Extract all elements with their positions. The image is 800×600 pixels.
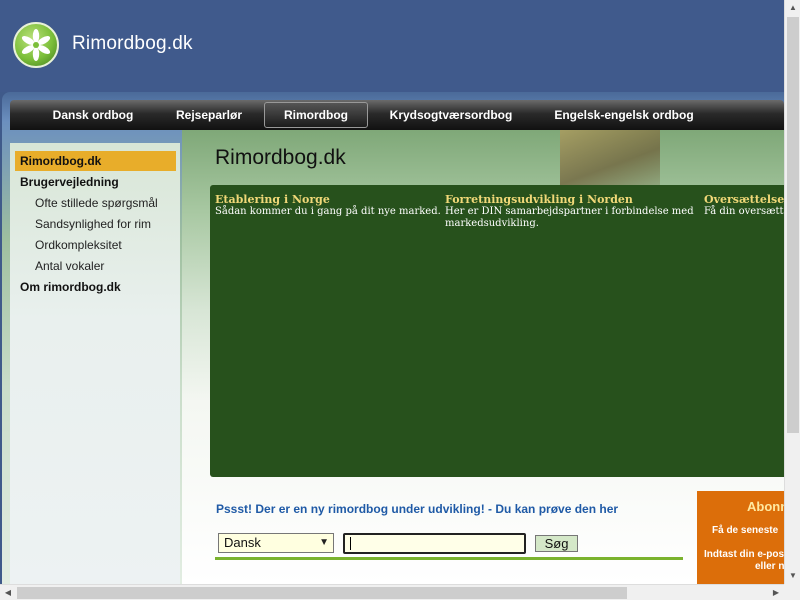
site-title[interactable]: Rimordbog.dk — [72, 33, 193, 55]
page-title: Rimordbog.dk — [215, 146, 346, 169]
ad-text: markedsudvikling. — [445, 218, 539, 229]
scroll-left-icon[interactable]: ◀ — [0, 585, 16, 600]
sidebar-item-sandsynlighed[interactable]: Sandsynlighed for rim — [15, 214, 176, 234]
sidebar-item-ordkompleksitet[interactable]: Ordkompleksitet — [15, 235, 176, 255]
search-input[interactable] — [343, 533, 526, 554]
ad-text: Få din oversætt — [704, 206, 784, 217]
sidebar-item-om[interactable]: Om rimordbog.dk — [15, 277, 176, 297]
nav-item-engelsk-ordbog[interactable]: Engelsk-engelsk ordbog — [540, 102, 708, 128]
sidebar: Rimordbog.dk Brugervejledning Ofte still… — [10, 143, 180, 584]
subscribe-text: Indtast din e-pos — [704, 549, 784, 560]
search-button[interactable]: Søg — [535, 535, 578, 552]
site-header: Rimordbog.dk — [0, 0, 784, 92]
ad-text: Sådan kommer du i gang på dit nye marked… — [215, 206, 441, 217]
text-caret — [350, 537, 351, 550]
sidebar-item-brugervejledning[interactable]: Brugervejledning — [15, 172, 176, 192]
divider — [215, 557, 683, 560]
nav-item-dansk-ordbog[interactable]: Dansk ordbog — [43, 102, 143, 128]
subscribe-text: Få de seneste — [712, 525, 779, 536]
sidebar-item-antal-vokaler[interactable]: Antal vokaler — [15, 256, 176, 276]
sidebar-item-faq[interactable]: Ofte stillede spørgsmål — [15, 193, 176, 213]
horizontal-scroll-thumb[interactable] — [17, 587, 627, 599]
main-nav: Dansk ordbog Rejseparlør Rimordbog Kryds… — [10, 100, 784, 130]
vertical-scrollbar[interactable]: ▲ ▼ — [784, 0, 800, 584]
ad-title[interactable]: Oversættelse — [704, 193, 784, 206]
scroll-up-icon[interactable]: ▲ — [785, 0, 800, 16]
ad-text: Her er DIN samarbejdspartner i forbindel… — [445, 206, 694, 217]
ad-etablering[interactable]: Etablering i Norge Sådan kommer du i gan… — [215, 193, 445, 218]
ad-panel: Etablering i Norge Sådan kommer du i gan… — [210, 185, 784, 477]
new-dictionary-notice-link[interactable]: Pssst! Der er en ny rimordbog under udvi… — [216, 502, 618, 516]
nav-item-rimordbog[interactable]: Rimordbog — [264, 102, 368, 128]
nav-item-rejseparlor[interactable]: Rejseparlør — [162, 102, 256, 128]
language-select[interactable]: Dansk ▼ — [218, 533, 334, 553]
ad-oversaettelse[interactable]: Oversættelse Få din oversætt — [704, 193, 784, 218]
ad-title[interactable]: Etablering i Norge — [215, 193, 445, 206]
subscribe-title: Abonn — [747, 499, 784, 514]
scrollbar-corner — [784, 584, 800, 600]
vertical-scroll-thumb[interactable] — [787, 17, 799, 433]
nav-item-krydsogtvaersordbog[interactable]: Krydsogtværsordbog — [380, 102, 522, 128]
flower-logo-icon[interactable] — [13, 22, 59, 68]
horizontal-scrollbar[interactable]: ◀ ▶ — [0, 584, 784, 600]
subscribe-text: eller n — [755, 561, 784, 572]
scroll-right-icon[interactable]: ▶ — [768, 585, 784, 600]
language-select-value: Dansk — [224, 535, 261, 550]
sidebar-item-rimordbog[interactable]: Rimordbog.dk — [15, 151, 176, 171]
scroll-down-icon[interactable]: ▼ — [785, 568, 800, 584]
ad-title[interactable]: Forretningsudvikling i Norden — [445, 193, 705, 206]
chevron-down-icon: ▼ — [319, 537, 329, 548]
ad-forretningsudvikling[interactable]: Forretningsudvikling i Norden Her er DIN… — [445, 193, 705, 230]
subscribe-box: Abonn Få de seneste Indtast din e-pos el… — [697, 491, 784, 584]
